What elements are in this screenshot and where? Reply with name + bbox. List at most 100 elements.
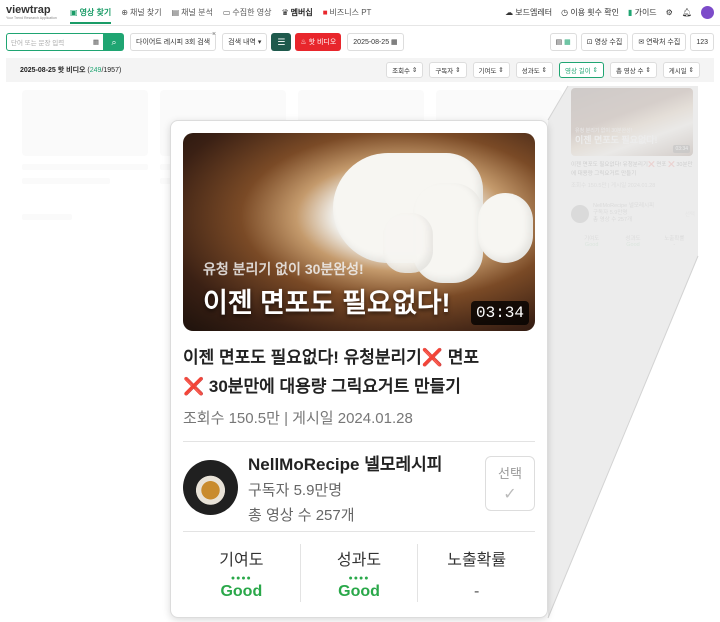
nav-label: 채널 분석 [181,8,213,17]
meta-separator: | [284,410,288,427]
list-view-icon[interactable]: ▤ [556,38,563,46]
video-search-icon: ▣ [70,8,78,17]
filter-button[interactable]: ☰ [271,33,292,51]
sort-subscribers[interactable]: 구독자 ⇕ [429,62,467,78]
source-channel-avatar[interactable] [571,204,589,223]
history-dropdown[interactable]: 검색 내역 ▾ [222,33,268,51]
results-date: 2025-08-25 핫 비디오 [20,67,86,74]
close-icon[interactable]: × [212,31,216,38]
select-button[interactable]: 선택 ✓ [485,456,535,511]
source-select-button[interactable]: 선택 [685,210,695,218]
rating-dots: ●●●● [230,575,252,582]
toolbar-right: ▤ ▦ ⊡ 영상 수집 ✉ 연락처 수집 123 [544,33,714,51]
nav-membership[interactable]: ♛ 멤버십 [281,7,312,18]
collect-contact-label: 연락처 수집 [646,39,681,46]
stat-contribution: 기여도 ●●●● Good [183,544,301,602]
sort-posted-date[interactable]: 게시일 ⇕ [662,62,700,78]
sort-arrows-icon: ⇕ [645,67,651,74]
crown-icon: ♛ [281,8,289,17]
select-label: 선택 [498,466,522,481]
grid-view-icon[interactable]: ▦ [564,38,571,46]
results-count: 249 [89,67,102,74]
settings-icon[interactable]: ⚙ [666,8,673,17]
source-stat-label: 성과도 [625,236,641,242]
nav-business-pt[interactable]: ■ 비즈니스 PT [323,7,372,18]
count-chip[interactable]: 123 [690,33,714,51]
nav-label: 멤버십 [290,8,313,17]
top-nav: viewtrap Your Trend Research Application… [0,0,720,26]
nav-label: 채널 찾기 [129,8,162,17]
usage-link[interactable]: ◷ 이용 횟수 확인 [561,7,619,18]
date-picker[interactable]: 2025-08-25 ▦ [347,33,404,51]
search-button[interactable]: ⌕ [104,33,124,51]
title-text: 이젠 면포도 필요없다! 유청분리기 [183,348,422,367]
hot-video-label: 핫 비디오 [308,39,337,46]
usage-label: 이용 횟수 확인 [570,8,619,17]
stats-row: 기여도 ●●●● Good 성과도 ●●●● Good 노출확률 - [183,544,535,602]
collect-video-button[interactable]: ⊡ 영상 수집 [580,33,629,51]
source-title[interactable]: 이젠 면포도 필요없다! 유청분리기❌ 면포 ❌ 30분만에 대용량 그릭요거트… [571,161,695,179]
video-card[interactable]: 유청 분리기 없이 30분완성! 이젠 면포도 필요없다! 03:34 이젠 면… [170,120,548,618]
nav-collected-videos[interactable]: ▭ 수집한 영상 [223,7,272,18]
posted-date: 게시일 2024.01.28 [292,410,413,427]
keyboard-icon[interactable]: ▦ [93,38,99,46]
user-avatar[interactable] [701,6,714,19]
nav-channel-analysis[interactable]: ▤ 채널 분석 [172,7,213,18]
source-stat-label: 기여도 [584,236,600,242]
view-toggle[interactable]: ▤ ▦ [549,33,577,51]
calendar-icon: ▦ [391,39,398,46]
search-input[interactable]: 단어 또는 문장 입력 ▦ [6,33,104,51]
chart-icon: ▤ [171,8,180,17]
source-video-card[interactable]: 유청 분리기 없이 30분완성! 이젠 면포도 필요없다! 03:34 이젠 면… [569,86,697,256]
x-mark-icon: ❌ [421,348,443,367]
sort-label: 총 영상 수 [615,68,644,75]
video-duration: 03:34 [470,301,529,325]
guide-link[interactable]: ▮ 가이드 [628,7,657,18]
sort-views[interactable]: 조회수 ⇕ [386,62,424,78]
sort-total-videos[interactable]: 총 영상 수 ⇕ [609,62,657,78]
bell-icon[interactable]: 🔔︎ [682,8,692,17]
stat-label: 성과도 [336,552,382,569]
mail-icon: ✉ [638,39,645,46]
x-mark-icon: ❌ [183,377,205,396]
search-icon: ⌕ [111,36,117,47]
hot-video-button[interactable]: ♨ 핫 비디오 [295,33,342,51]
source-meta: 조회수 150.5만 | 게시일 2024.01.28 [571,183,656,189]
sort-performance[interactable]: 성과도 ⇕ [515,62,553,78]
collect-contact-button[interactable]: ✉ 연락처 수집 [632,33,687,51]
board-label: 보드엠레터 [515,8,553,17]
thumbnail-subtitle: 유청 분리기 없이 30분완성! [203,261,364,277]
sort-label: 게시일 [668,68,687,75]
keyword-chip-label: 다이어트 레시피 3회 검색 [136,39,211,46]
sliders-icon: ☰ [277,36,286,47]
channel-search-icon: ⊕ [121,8,128,17]
source-channel-subs: 구독자 5.9만명 [593,210,628,216]
sort-video-length[interactable]: 영상 길이 ⇕ [558,62,604,78]
logo[interactable]: viewtrap Your Trend Research Application [6,4,60,21]
sort-contribution[interactable]: 기여도 ⇕ [472,62,510,78]
stat-label: 기여도 [219,552,264,569]
rating-dots [418,574,535,583]
source-thumbnail[interactable]: 유청 분리기 없이 30분완성! 이젠 면포도 필요없다! 03:34 [571,88,693,156]
sort-arrows-icon: ⇕ [592,67,598,74]
source-channel-name[interactable]: NellMoRecipe 넬모레시피 [593,203,654,209]
title-text: 30분만에 대용량 그릭요거트 만들기 [204,377,461,396]
results-summary: 2025-08-25 핫 비디오 (249/1957) [20,67,122,74]
book-icon: ▮ [627,8,633,17]
channel-avatar[interactable] [183,459,238,515]
source-stat-value: Good [584,242,599,248]
collect-video-label: 영상 수집 [594,39,623,46]
keyword-chip[interactable]: 다이어트 레시피 3회 검색 × [130,31,217,51]
board-link[interactable]: ☁ 보드엠레터 [505,7,552,18]
video-title[interactable]: 이젠 면포도 필요없다! 유청분리기❌ 면포 ❌ 30분만에 대용량 그릭요거트 … [183,343,535,401]
source-thumb-title: 이젠 면포도 필요없다! [575,135,658,145]
channel-name[interactable]: NellMoRecipe 넬모레시피 [248,450,442,475]
nav-label: 영상 찾기 [79,8,112,17]
history-label: 검색 내역 [228,39,256,46]
sort-label: 구독자 [435,68,454,75]
nav-video-search[interactable]: ▣ 영상 찾기 [70,7,112,24]
nav-channel-search[interactable]: ⊕ 채널 찾기 [121,7,161,18]
subscriber-count: 구독자 5.9만명 [248,481,343,499]
video-thumbnail[interactable]: 유청 분리기 없이 30분완성! 이젠 면포도 필요없다! 03:34 [183,133,535,331]
source-channel-videos: 총 영상 수 257개 [593,217,633,223]
